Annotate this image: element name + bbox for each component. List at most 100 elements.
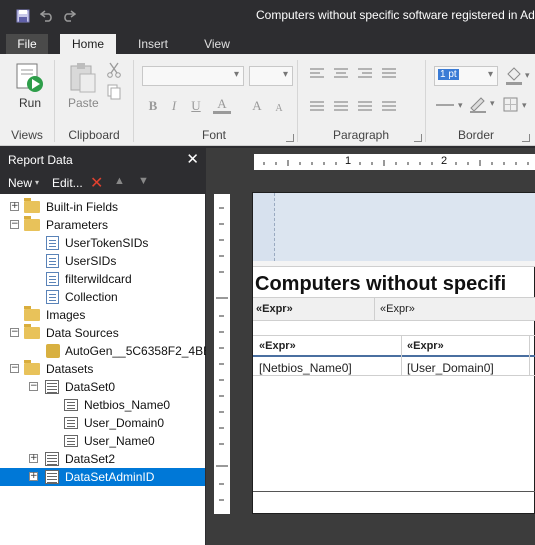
undo-icon[interactable] xyxy=(38,7,56,25)
paragraph-dialog-launcher-icon[interactable] xyxy=(414,134,422,142)
font-color-button[interactable]: A xyxy=(213,96,231,114)
clipboard-group-label: Clipboard xyxy=(68,128,120,142)
report-title[interactable]: Computers without specifi xyxy=(255,273,506,296)
tree-item-built-in-fields[interactable]: + Built-in Fields xyxy=(0,198,205,216)
dataset-icon xyxy=(45,470,59,484)
tree-item-label: User_Domain0 xyxy=(84,416,165,430)
image-placeholder[interactable] xyxy=(253,193,275,261)
column-header[interactable]: «Expr» xyxy=(259,340,296,352)
font-family-select[interactable]: ▾ xyxy=(142,66,244,86)
folder-open-icon xyxy=(24,360,40,375)
paste-button[interactable]: Paste xyxy=(68,96,99,110)
tree-item-parameter[interactable]: Collection xyxy=(0,288,205,306)
collapse-icon[interactable]: − xyxy=(29,382,38,391)
delete-icon[interactable]: ✕ xyxy=(90,173,103,193)
field-icon xyxy=(64,399,78,411)
tab-insert[interactable]: Insert xyxy=(128,34,178,54)
tree-item-label: User_Name0 xyxy=(84,434,155,448)
ruler-mark: 2 xyxy=(441,155,448,167)
borders-icon[interactable]: ▾ xyxy=(502,96,534,114)
ruler-mark: 1 xyxy=(345,155,352,167)
collapse-icon[interactable]: − xyxy=(10,220,19,229)
tree-item-field[interactable]: Netbios_Name0 xyxy=(0,396,205,414)
expand-icon[interactable]: + xyxy=(29,472,38,481)
shrink-font-button[interactable]: A xyxy=(270,99,288,117)
detail-cell[interactable]: [User_Domain0] xyxy=(407,361,494,375)
italic-button[interactable]: I xyxy=(165,97,183,115)
tree-item-data-source[interactable]: AutoGen__5C6358F2_4BB6_ xyxy=(0,342,224,360)
collapse-icon[interactable]: − xyxy=(10,328,19,337)
tree-item-dataset[interactable]: − DataSet0 xyxy=(0,378,205,396)
report-data-panel: Report Data ✕ New ▾ Edit... ✕ ▲ ▼ + Buil… xyxy=(0,148,224,545)
tree-item-datasets[interactable]: − Datasets xyxy=(0,360,205,378)
border-style-icon[interactable]: ▾ xyxy=(436,98,466,112)
tree-item-parameter[interactable]: filterwildcard xyxy=(0,270,205,288)
folder-open-icon xyxy=(24,216,40,231)
fill-color-icon[interactable]: ▾ xyxy=(504,66,532,86)
tree-item-label: DataSetAdminID xyxy=(65,470,155,484)
tab-view[interactable]: View xyxy=(192,34,242,54)
move-up-icon[interactable]: ▲ xyxy=(114,175,125,187)
tree-item-label: AutoGen__5C6358F2_4BB6_ xyxy=(65,344,225,358)
tree-item-parameter[interactable]: UserTokenSIDs xyxy=(0,234,205,252)
dataset-icon xyxy=(45,380,59,394)
run-icon[interactable] xyxy=(13,62,45,94)
tree-item-dataset-selected[interactable]: + DataSetAdminID xyxy=(0,468,205,486)
paragraph-group-label: Paragraph xyxy=(332,128,390,142)
ribbon-tab-bar: File Home Insert View xyxy=(0,31,535,54)
column-header[interactable]: «Expr» xyxy=(407,340,444,352)
move-down-icon[interactable]: ▼ xyxy=(138,175,149,187)
save-icon[interactable] xyxy=(14,7,32,25)
views-group-label: Views xyxy=(11,128,43,142)
grow-font-button[interactable]: A xyxy=(248,97,266,115)
expand-icon[interactable]: + xyxy=(29,454,38,463)
tree-item-field[interactable]: User_Name0 xyxy=(0,432,205,450)
svg-text:▾: ▾ xyxy=(525,70,530,80)
chevron-down-icon: ▾ xyxy=(487,69,493,80)
page-header-band xyxy=(275,193,535,261)
font-dialog-launcher-icon[interactable] xyxy=(286,134,294,142)
paste-icon[interactable] xyxy=(68,62,98,94)
title-bar: Computers without specific software regi… xyxy=(0,0,535,31)
tree-item-data-sources[interactable]: − Data Sources xyxy=(0,324,205,342)
tree-item-dataset[interactable]: + DataSet2 xyxy=(0,450,205,468)
field-icon xyxy=(64,435,78,447)
tree-item-field[interactable]: User_Domain0 xyxy=(0,414,205,432)
underline-button[interactable]: U xyxy=(187,97,205,115)
collapse-icon[interactable]: − xyxy=(10,364,19,373)
tree-item-label: Parameters xyxy=(46,218,109,232)
tree-item-label: UserSIDs xyxy=(65,254,117,268)
header-expression[interactable]: «Expr» xyxy=(380,303,415,315)
window-title: Computers without specific software regi… xyxy=(256,8,535,22)
border-group-label: Border xyxy=(457,128,495,142)
expand-icon[interactable]: + xyxy=(10,202,19,211)
border-width-select[interactable]: 1 pt ▾ xyxy=(434,66,498,86)
copy-icon[interactable] xyxy=(106,84,122,100)
run-button[interactable]: Run xyxy=(19,96,41,110)
bold-button[interactable]: B xyxy=(144,97,162,115)
folder-icon xyxy=(24,306,40,321)
svg-text:▾: ▾ xyxy=(458,100,463,110)
header-expression[interactable]: «Expr» xyxy=(256,303,293,315)
tab-file[interactable]: File xyxy=(6,34,48,54)
tree-item-parameter[interactable]: UserSIDs xyxy=(0,252,205,270)
tree-item-parameters[interactable]: − Parameters xyxy=(0,216,205,234)
detail-cell[interactable]: [Netbios_Name0] xyxy=(259,361,352,375)
header-divider xyxy=(253,261,535,267)
tree-item-label: Netbios_Name0 xyxy=(84,398,171,412)
close-icon[interactable]: ✕ xyxy=(186,150,199,168)
field-icon xyxy=(64,417,78,429)
redo-icon[interactable] xyxy=(60,7,78,25)
paragraph-buttons xyxy=(306,66,416,116)
chevron-down-icon: ▾ xyxy=(282,69,288,80)
border-color-icon[interactable]: ▾ xyxy=(468,94,498,114)
tree-item-images[interactable]: Images xyxy=(0,306,205,324)
folder-icon xyxy=(24,198,40,213)
font-size-select[interactable]: ▾ xyxy=(249,66,293,86)
tab-home[interactable]: Home xyxy=(60,34,116,54)
cut-icon[interactable] xyxy=(106,62,122,78)
new-menu-button[interactable]: New xyxy=(8,176,32,190)
edit-button[interactable]: Edit... xyxy=(52,176,83,190)
parameter-icon xyxy=(46,254,59,268)
border-dialog-launcher-icon[interactable] xyxy=(522,134,530,142)
